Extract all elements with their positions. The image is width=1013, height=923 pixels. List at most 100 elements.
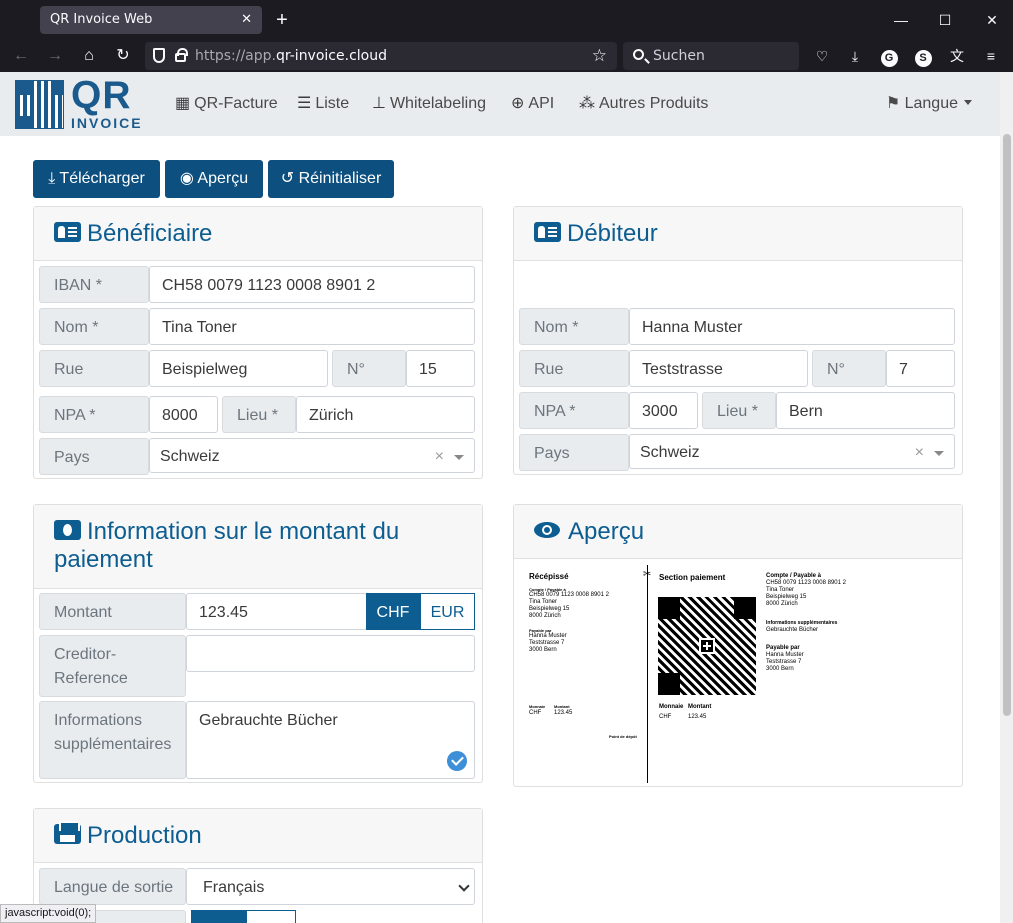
clear-icon[interactable]: ×: [435, 439, 444, 472]
pocket-icon[interactable]: ♡: [810, 44, 834, 68]
url-text[interactable]: https://app.qr-invoice.cloud: [195, 42, 387, 70]
id-card-icon: [534, 222, 561, 242]
production-toggle-on[interactable]: [191, 910, 246, 923]
receipt-currency: CHF: [529, 710, 542, 716]
language-dropdown[interactable]: ⚑ Langue: [886, 93, 972, 113]
globe-icon: ⊕: [511, 95, 525, 112]
dropdown-arrow-icon[interactable]: [934, 451, 944, 456]
id-card-icon: [54, 222, 81, 242]
download-label: Télécharger: [59, 170, 145, 187]
menu-icon[interactable]: ≡: [979, 44, 1003, 68]
creditor-name-input[interactable]: Tina Toner: [149, 308, 475, 345]
search-placeholder: Suchen: [653, 48, 705, 64]
extension-g-icon[interactable]: G: [877, 44, 901, 68]
translate-icon[interactable]: 文: [945, 44, 969, 68]
receipt-amount-label: Montant: [554, 704, 570, 709]
debtor-name-input[interactable]: Hanna Muster: [629, 308, 955, 345]
debtor-zip-input[interactable]: 3000: [629, 392, 698, 429]
nav-api[interactable]: ⊕ API: [511, 93, 554, 113]
creditor-name-label: Nom *: [39, 308, 149, 345]
debtor-country-select[interactable]: Schweiz ×: [629, 434, 955, 469]
window-close-icon[interactable]: ✕: [977, 6, 1007, 34]
receipt-payer-city: 3000 Bern: [529, 647, 557, 653]
iban-label: IBAN *: [39, 266, 149, 303]
scrollbar-thumb[interactable]: [1003, 134, 1011, 716]
download-button[interactable]: ⤓ Télécharger: [33, 160, 160, 198]
section-payer-name: Hanna Muster: [766, 652, 804, 658]
iban-input[interactable]: CH58 0079 1123 0008 8901 2: [149, 266, 475, 303]
list-icon: ☰: [297, 95, 312, 112]
maximize-icon[interactable]: ☐: [930, 6, 960, 34]
nav-qr-facture[interactable]: ▦ QR-Facture: [175, 93, 278, 113]
preview-card: Aperçu Récépissé Compte / Payable à CH58…: [513, 504, 963, 787]
lock-icon[interactable]: [175, 48, 188, 62]
info-textarea[interactable]: Gebrauchte Bücher: [186, 701, 475, 779]
creditor-city-input[interactable]: Zürich: [296, 396, 475, 433]
address-bar[interactable]: https://app.qr-invoice.cloud ☆: [145, 42, 617, 70]
reference-input[interactable]: [186, 635, 475, 672]
bookmark-star-icon[interactable]: ☆: [592, 42, 607, 70]
creditor-zip-input[interactable]: 8000: [149, 396, 218, 433]
browser-tab[interactable]: QR Invoice Web ✕: [40, 6, 262, 34]
extension-s-icon[interactable]: S: [911, 44, 935, 68]
debtor-street-input[interactable]: Teststrasse: [629, 350, 808, 387]
shield-icon[interactable]: [153, 48, 165, 63]
receipt-payer-name: Hanna Muster: [529, 633, 567, 639]
receipt-city: 8000 Zürich: [529, 613, 561, 619]
creditor-street-input[interactable]: Beispielweg: [149, 350, 328, 387]
section-account-label: Compte / Payable à: [766, 573, 822, 579]
qr-code-image: [658, 597, 756, 695]
output-language-select[interactable]: Français: [186, 868, 475, 905]
cubes-icon: ⁂: [579, 95, 595, 112]
creditor-name-row: Nom * Tina Toner: [39, 308, 475, 345]
dropdown-arrow-icon[interactable]: [454, 455, 464, 460]
reload-icon[interactable]: ↻: [111, 44, 135, 68]
receipt-amount: 123.45: [554, 710, 573, 716]
search-input[interactable]: Suchen: [623, 42, 799, 70]
clear-icon[interactable]: ×: [915, 435, 924, 468]
reset-button[interactable]: ↺ Réinitialiser: [268, 160, 394, 198]
nav-liste[interactable]: ☰ Liste: [297, 93, 349, 113]
debtor-title: Débiteur: [567, 220, 658, 247]
amount-input[interactable]: 123.45: [186, 593, 367, 630]
receipt-account: CH58 0079 1123 0008 8901 2: [529, 592, 609, 598]
debtor-country-label: Pays: [519, 434, 629, 471]
minimize-icon[interactable]: —: [886, 6, 916, 34]
download-icon[interactable]: ⤓: [843, 44, 867, 68]
debtor-zip-label: NPA *: [519, 392, 629, 429]
creditor-country-select[interactable]: Schweiz ×: [149, 438, 475, 473]
currency-chf-button[interactable]: CHF: [366, 593, 420, 630]
debtor-city-input[interactable]: Bern: [776, 392, 955, 429]
payment-header: Information sur le montant du paiement: [34, 505, 482, 589]
output-language-label: Langue de sortie: [39, 868, 186, 905]
creditor-city-label: Lieu *: [222, 396, 296, 433]
production-header: Production: [34, 809, 482, 863]
qr-logo-icon: [15, 80, 64, 129]
section-city: 8000 Zürich: [766, 601, 798, 607]
deposit-point: Point de dépôt: [609, 734, 637, 739]
receipt-payer-street: Teststrasse 7: [529, 640, 565, 646]
forward-icon[interactable]: →: [43, 44, 67, 68]
debtor-country-value: Schweiz: [640, 444, 700, 461]
payment-section-title: Section paiement: [659, 573, 726, 582]
debtor-city-label: Lieu *: [702, 392, 776, 429]
preview-button[interactable]: ◉ Aperçu: [165, 160, 263, 198]
back-icon[interactable]: ←: [9, 44, 33, 68]
reference-row: Creditor- Reference: [39, 635, 475, 697]
amount-label: Montant: [39, 593, 186, 630]
cut-line: [647, 565, 648, 783]
debtor-number-label: N°: [812, 350, 886, 387]
nav-autres-produits[interactable]: ⁂ Autres Produits: [579, 93, 708, 113]
home-icon[interactable]: ⌂: [77, 44, 101, 68]
nav-whitelabeling[interactable]: ⊥ Whitelabeling: [372, 93, 486, 113]
page-scrollbar[interactable]: [1000, 72, 1013, 923]
section-name: Tina Toner: [766, 587, 795, 593]
debtor-number-input[interactable]: 7: [886, 350, 955, 387]
new-tab-button[interactable]: +: [272, 6, 292, 34]
currency-eur-button[interactable]: EUR: [420, 593, 475, 630]
creditor-number-input[interactable]: 15: [406, 350, 475, 387]
production-toggle-off[interactable]: [246, 910, 296, 923]
qr-bill-preview[interactable]: Récépissé Compte / Payable à CH58 0079 1…: [514, 559, 961, 785]
qr-invoice-logo[interactable]: QR INVOICE: [15, 74, 145, 131]
tab-close-icon[interactable]: ✕: [241, 6, 252, 34]
